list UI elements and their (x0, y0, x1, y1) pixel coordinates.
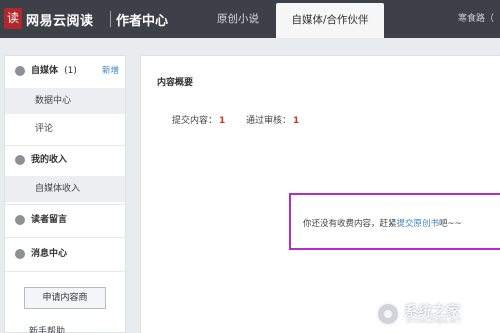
site-watermark: 系统之家 XITONGZHIJIA.NET (376, 301, 494, 327)
stat-value: 1 (219, 116, 226, 126)
watermark-subtext: XITONGZHIJIA.NET (406, 318, 462, 325)
notice-highlight-box: 你还没有收费内容，赶紧提交原创书吧~~ (289, 193, 500, 250)
sidebar-group-label: 读者留言 (31, 215, 68, 225)
brand-divider (110, 11, 111, 27)
stat-label: 提交内容： (172, 116, 218, 126)
stat-submitted: 提交内容： 1 (172, 113, 225, 126)
tab-media-partner[interactable]: 自媒体/合作伙伴 (276, 3, 384, 38)
watermark-logo-icon (376, 302, 400, 326)
comment-icon (15, 215, 25, 225)
notice-text-end: 吧~~ (439, 219, 462, 229)
sidebar-group-messages[interactable]: 消息中心 (5, 239, 125, 269)
top-bar: 读 网易云阅读 作者中心 原创小说 自媒体/合作伙伴 寒食路（ (0, 0, 500, 38)
sidebar-item-comments[interactable]: 评论 (5, 116, 125, 142)
sidebar-divider (5, 271, 125, 272)
sidebar: 自媒体 (1) 新增 数据中心 评论 我的收入 自媒体收入 读者留言 消息中心 … (4, 55, 126, 333)
brand-name[interactable]: 网易云阅读 (26, 10, 94, 29)
bell-icon (15, 249, 25, 259)
stat-approved: 通过审核： 1 (246, 113, 299, 126)
sidebar-group-label: 我的收入 (31, 155, 68, 165)
sidebar-group-income[interactable]: 我的收入 (5, 145, 125, 175)
notice-text: 你还没有收费内容，赶紧 (303, 219, 397, 229)
sidebar-group-label: 消息中心 (31, 249, 68, 259)
submit-original-book-link[interactable]: 提交原创书 (397, 219, 440, 229)
sidebar-item-media-income[interactable]: 自媒体收入 (5, 176, 125, 202)
brand-subtitle: 作者中心 (116, 14, 169, 29)
newbie-help-link[interactable]: 新手帮助 (29, 324, 65, 333)
sidebar-group-label: 自媒体 (31, 66, 59, 76)
media-count: (1) (64, 66, 77, 76)
currency-icon (15, 155, 25, 165)
sidebar-group-reader-comments[interactable]: 读者留言 (5, 205, 125, 235)
no-paid-content-notice: 你还没有收费内容，赶紧提交原创书吧~~ (303, 217, 462, 229)
user-icon (15, 66, 25, 76)
sidebar-item-data-center[interactable]: 数据中心 (5, 88, 125, 114)
main-panel: 内容概要 提交内容： 1 通过审核： 1 你还没有收费内容，赶紧提交原创书吧~~ (140, 55, 500, 333)
sidebar-group-media[interactable]: 自媒体 (1) 新增 (5, 56, 125, 86)
section-title: 内容概要 (157, 78, 194, 88)
sidebar-divider (5, 237, 125, 238)
stat-value: 1 (293, 116, 300, 126)
user-name[interactable]: 寒食路（ (458, 0, 500, 38)
stat-label: 通过审核： (246, 116, 292, 126)
tab-original-novel[interactable]: 原创小说 (205, 0, 271, 38)
apply-content-provider-button[interactable]: 申请内容商 (24, 287, 106, 309)
add-media-link[interactable]: 新增 (102, 56, 119, 86)
app-logo[interactable]: 读 (4, 8, 22, 29)
